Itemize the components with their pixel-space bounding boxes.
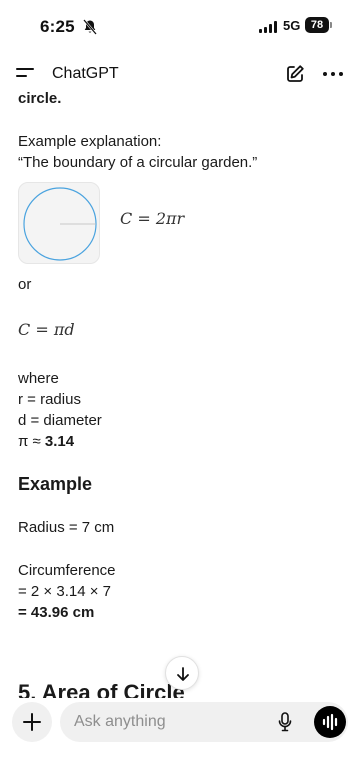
definition-pi: π ≈ 3.14: [18, 431, 74, 452]
battery-icon: 78: [305, 17, 329, 33]
where-label: where: [18, 370, 59, 387]
network-label: 5G: [283, 18, 301, 33]
message-placeholder: Ask anything: [74, 713, 166, 730]
composer-bar: Ask anything: [0, 698, 362, 784]
result-line: = 43.96 cm: [18, 604, 95, 621]
status-time: 6:25: [40, 17, 75, 36]
model-title[interactable]: ChatGPT: [52, 65, 119, 83]
attach-button[interactable]: [12, 702, 52, 742]
arrow-down-icon: [177, 667, 189, 681]
example-heading: Example: [18, 474, 93, 494]
voice-mode-button[interactable]: [314, 706, 346, 738]
formula-circumference-radius: C = 2πr: [120, 209, 185, 228]
mic-icon[interactable]: [278, 712, 292, 732]
voice-mode-icon: [322, 713, 338, 731]
circle-diagram: [18, 182, 100, 264]
definition-radius: r = radius: [18, 391, 81, 408]
message-input[interactable]: Ask anything: [60, 702, 348, 742]
calculation-line: = 2 × 3.14 × 7: [18, 583, 111, 600]
or-label: or: [18, 276, 32, 293]
example-label: Example explanation:: [18, 133, 162, 150]
battery-tip: [330, 22, 332, 28]
pi-value: 3.14: [44, 433, 75, 450]
more-icon[interactable]: [323, 72, 345, 78]
definition-diameter: d = diameter: [18, 412, 102, 429]
status-bar: 6:25 5G 78: [0, 0, 362, 56]
menu-icon[interactable]: [16, 67, 36, 81]
section-fragment: circle.: [18, 90, 62, 107]
plus-icon: [23, 713, 41, 731]
formula-circumference-diameter: C = πd: [18, 320, 75, 339]
signal-icon: [259, 21, 277, 33]
radius-line: Radius = 7 cm: [18, 519, 115, 536]
circle-shape: [23, 187, 97, 261]
circumference-label: Circumference: [18, 562, 116, 579]
pi-prefix: π ≈: [18, 433, 45, 450]
bell-slash-icon: [83, 19, 97, 35]
scroll-to-bottom-button[interactable]: [165, 656, 199, 690]
new-chat-icon[interactable]: [285, 64, 305, 84]
next-section-heading: 5. Area of Circle: [18, 680, 185, 698]
example-quote: “The boundary of a circular garden.”: [18, 154, 258, 171]
chat-content[interactable]: circle. Example explanation: “The bounda…: [0, 88, 362, 698]
